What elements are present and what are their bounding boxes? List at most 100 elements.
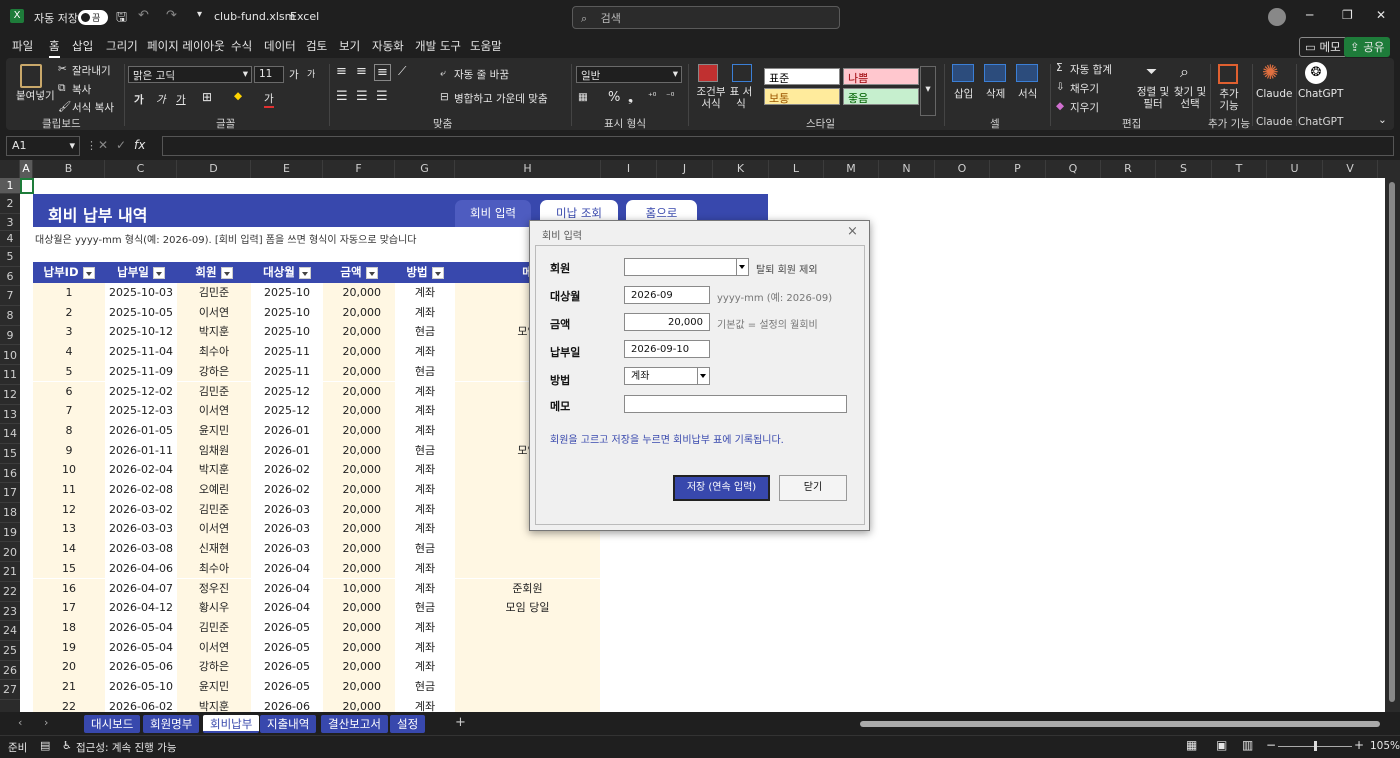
table-cell[interactable]: 2026-03: [251, 500, 323, 520]
table-cell[interactable]: 계좌: [395, 657, 455, 677]
date-input[interactable]: 2026-09-10: [624, 340, 710, 358]
underline-button[interactable]: 가: [176, 92, 186, 107]
table-cell[interactable]: 현금: [395, 677, 455, 697]
qat-dropdown-icon[interactable]: ▾: [197, 9, 202, 20]
table-cell[interactable]: 2026-05-04: [105, 638, 177, 658]
menu-data[interactable]: 데이터: [264, 38, 296, 54]
orientation-icon[interactable]: ⟋: [398, 64, 406, 79]
zoom-in-icon[interactable]: +: [1354, 738, 1364, 752]
table-cell[interactable]: 9: [33, 440, 105, 461]
table-cell[interactable]: 황시우: [177, 598, 251, 618]
table-cell[interactable]: 2026-02: [251, 480, 323, 500]
percent-icon[interactable]: %: [608, 90, 620, 105]
table-cell[interactable]: [455, 637, 600, 658]
table-cell[interactable]: 김민준: [177, 499, 251, 520]
table-cell[interactable]: 11: [33, 480, 105, 500]
table-cell[interactable]: 이서연: [177, 302, 251, 323]
table-cell[interactable]: 20,000: [323, 598, 395, 618]
table-cell[interactable]: 2026-05-10: [105, 677, 177, 697]
member-select[interactable]: [624, 258, 749, 276]
table-cell[interactable]: 2025-10-03: [105, 283, 177, 303]
shrink-font-button[interactable]: 가: [307, 67, 315, 80]
table-cell[interactable]: 2026-01: [251, 421, 323, 441]
table-cell[interactable]: 윤지민: [177, 420, 251, 441]
table-cell[interactable]: 2025-12: [251, 401, 323, 421]
table-cell[interactable]: [455, 539, 600, 559]
font-name-combo[interactable]: 맑은 고딕 ▾: [128, 66, 252, 83]
table-cell[interactable]: 2026-01-11: [105, 441, 177, 461]
table-cell[interactable]: 계좌: [395, 579, 455, 599]
normal-view-icon[interactable]: ▦: [1186, 738, 1197, 752]
table-cell[interactable]: 2026-03: [251, 539, 323, 559]
increase-decimal-icon[interactable]: ⁺⁰: [648, 92, 656, 102]
redo-icon[interactable]: ↷: [166, 8, 177, 23]
table-cell[interactable]: 20,000: [323, 677, 395, 697]
table-cell[interactable]: 4: [33, 342, 105, 362]
tab-report[interactable]: 결산보고서: [321, 715, 388, 733]
row-header[interactable]: 10: [0, 346, 20, 366]
cut-button[interactable]: 잘라내기: [72, 63, 111, 78]
active-cell[interactable]: [20, 178, 34, 194]
table-cell[interactable]: 20,000: [323, 440, 395, 461]
table-cell[interactable]: 17: [33, 598, 105, 618]
table-cell[interactable]: 2026-04-12: [105, 598, 177, 618]
menu-developer[interactable]: 개발 도구: [415, 38, 461, 54]
table-cell[interactable]: 20,000: [323, 696, 395, 712]
avatar[interactable]: [1268, 8, 1286, 26]
wrap-text-icon[interactable]: ⤶: [440, 67, 446, 80]
addins-icon[interactable]: [1218, 64, 1238, 84]
paste-button[interactable]: 붙여넣기: [16, 88, 55, 103]
save-button[interactable]: 저장 (연속 입력): [673, 475, 770, 501]
table-cell[interactable]: 2026-02-08: [105, 480, 177, 500]
row-header[interactable]: 25: [0, 641, 20, 661]
table-cell[interactable]: 18: [33, 617, 105, 638]
column-heading[interactable]: 납부ID: [33, 262, 105, 283]
table-cell[interactable]: [455, 677, 600, 697]
paste-icon[interactable]: [20, 64, 42, 88]
table-cell[interactable]: 계좌: [395, 638, 455, 658]
column-header[interactable]: V: [1323, 160, 1378, 178]
table-cell[interactable]: 모임 당일: [455, 598, 600, 618]
table-cell[interactable]: 1: [33, 283, 105, 303]
table-cell[interactable]: 2025-10-05: [105, 303, 177, 323]
row-header[interactable]: 23: [0, 602, 20, 622]
table-cell[interactable]: 준회원: [455, 578, 600, 599]
autosum-button[interactable]: 자동 합계: [1070, 62, 1112, 77]
table-cell[interactable]: 8: [33, 420, 105, 441]
row-header[interactable]: 5: [0, 247, 20, 267]
column-header[interactable]: I: [601, 160, 657, 178]
table-cell[interactable]: [455, 558, 600, 579]
table-cell[interactable]: 3: [33, 322, 105, 343]
bold-button[interactable]: 가: [134, 92, 144, 107]
table-cell[interactable]: 현금: [395, 362, 455, 382]
table-cell[interactable]: 2025-11-09: [105, 362, 177, 382]
row-header[interactable]: 20: [0, 543, 20, 563]
table-cell[interactable]: 20,000: [323, 361, 395, 382]
table-cell[interactable]: 20,000: [323, 283, 395, 303]
table-cell[interactable]: 박지훈: [177, 322, 251, 343]
style-neutral[interactable]: 보통: [764, 88, 840, 105]
table-cell[interactable]: 최수아: [177, 558, 251, 579]
align-top-icon[interactable]: ≡: [336, 64, 347, 79]
table-cell[interactable]: 윤지민: [177, 677, 251, 697]
table-cell[interactable]: 10,000: [323, 578, 395, 599]
table-cell[interactable]: 김민준: [177, 381, 251, 402]
fill-color-icon[interactable]: ◆: [234, 90, 242, 102]
copy-icon[interactable]: ⧉: [58, 82, 66, 95]
table-cell[interactable]: 신재현: [177, 539, 251, 559]
menu-insert[interactable]: 삽입: [72, 38, 93, 54]
column-header[interactable]: B: [33, 160, 105, 178]
table-cell[interactable]: 계좌: [395, 283, 455, 303]
row-header[interactable]: 3: [0, 214, 20, 231]
table-cell[interactable]: 2026-04: [251, 598, 323, 618]
align-bottom-icon[interactable]: ≡: [374, 64, 391, 81]
table-cell[interactable]: [455, 657, 600, 677]
number-format-combo[interactable]: 일반 ▾: [576, 66, 682, 83]
conditional-format-icon[interactable]: [698, 64, 718, 82]
font-color-icon[interactable]: 가: [264, 91, 274, 108]
fill-icon[interactable]: ⇩: [1056, 81, 1065, 93]
menu-automate[interactable]: 자동화: [372, 38, 404, 54]
table-cell[interactable]: 20,000: [323, 420, 395, 441]
table-cell[interactable]: 2025-12: [251, 382, 323, 402]
menu-home[interactable]: 홈: [49, 38, 60, 58]
